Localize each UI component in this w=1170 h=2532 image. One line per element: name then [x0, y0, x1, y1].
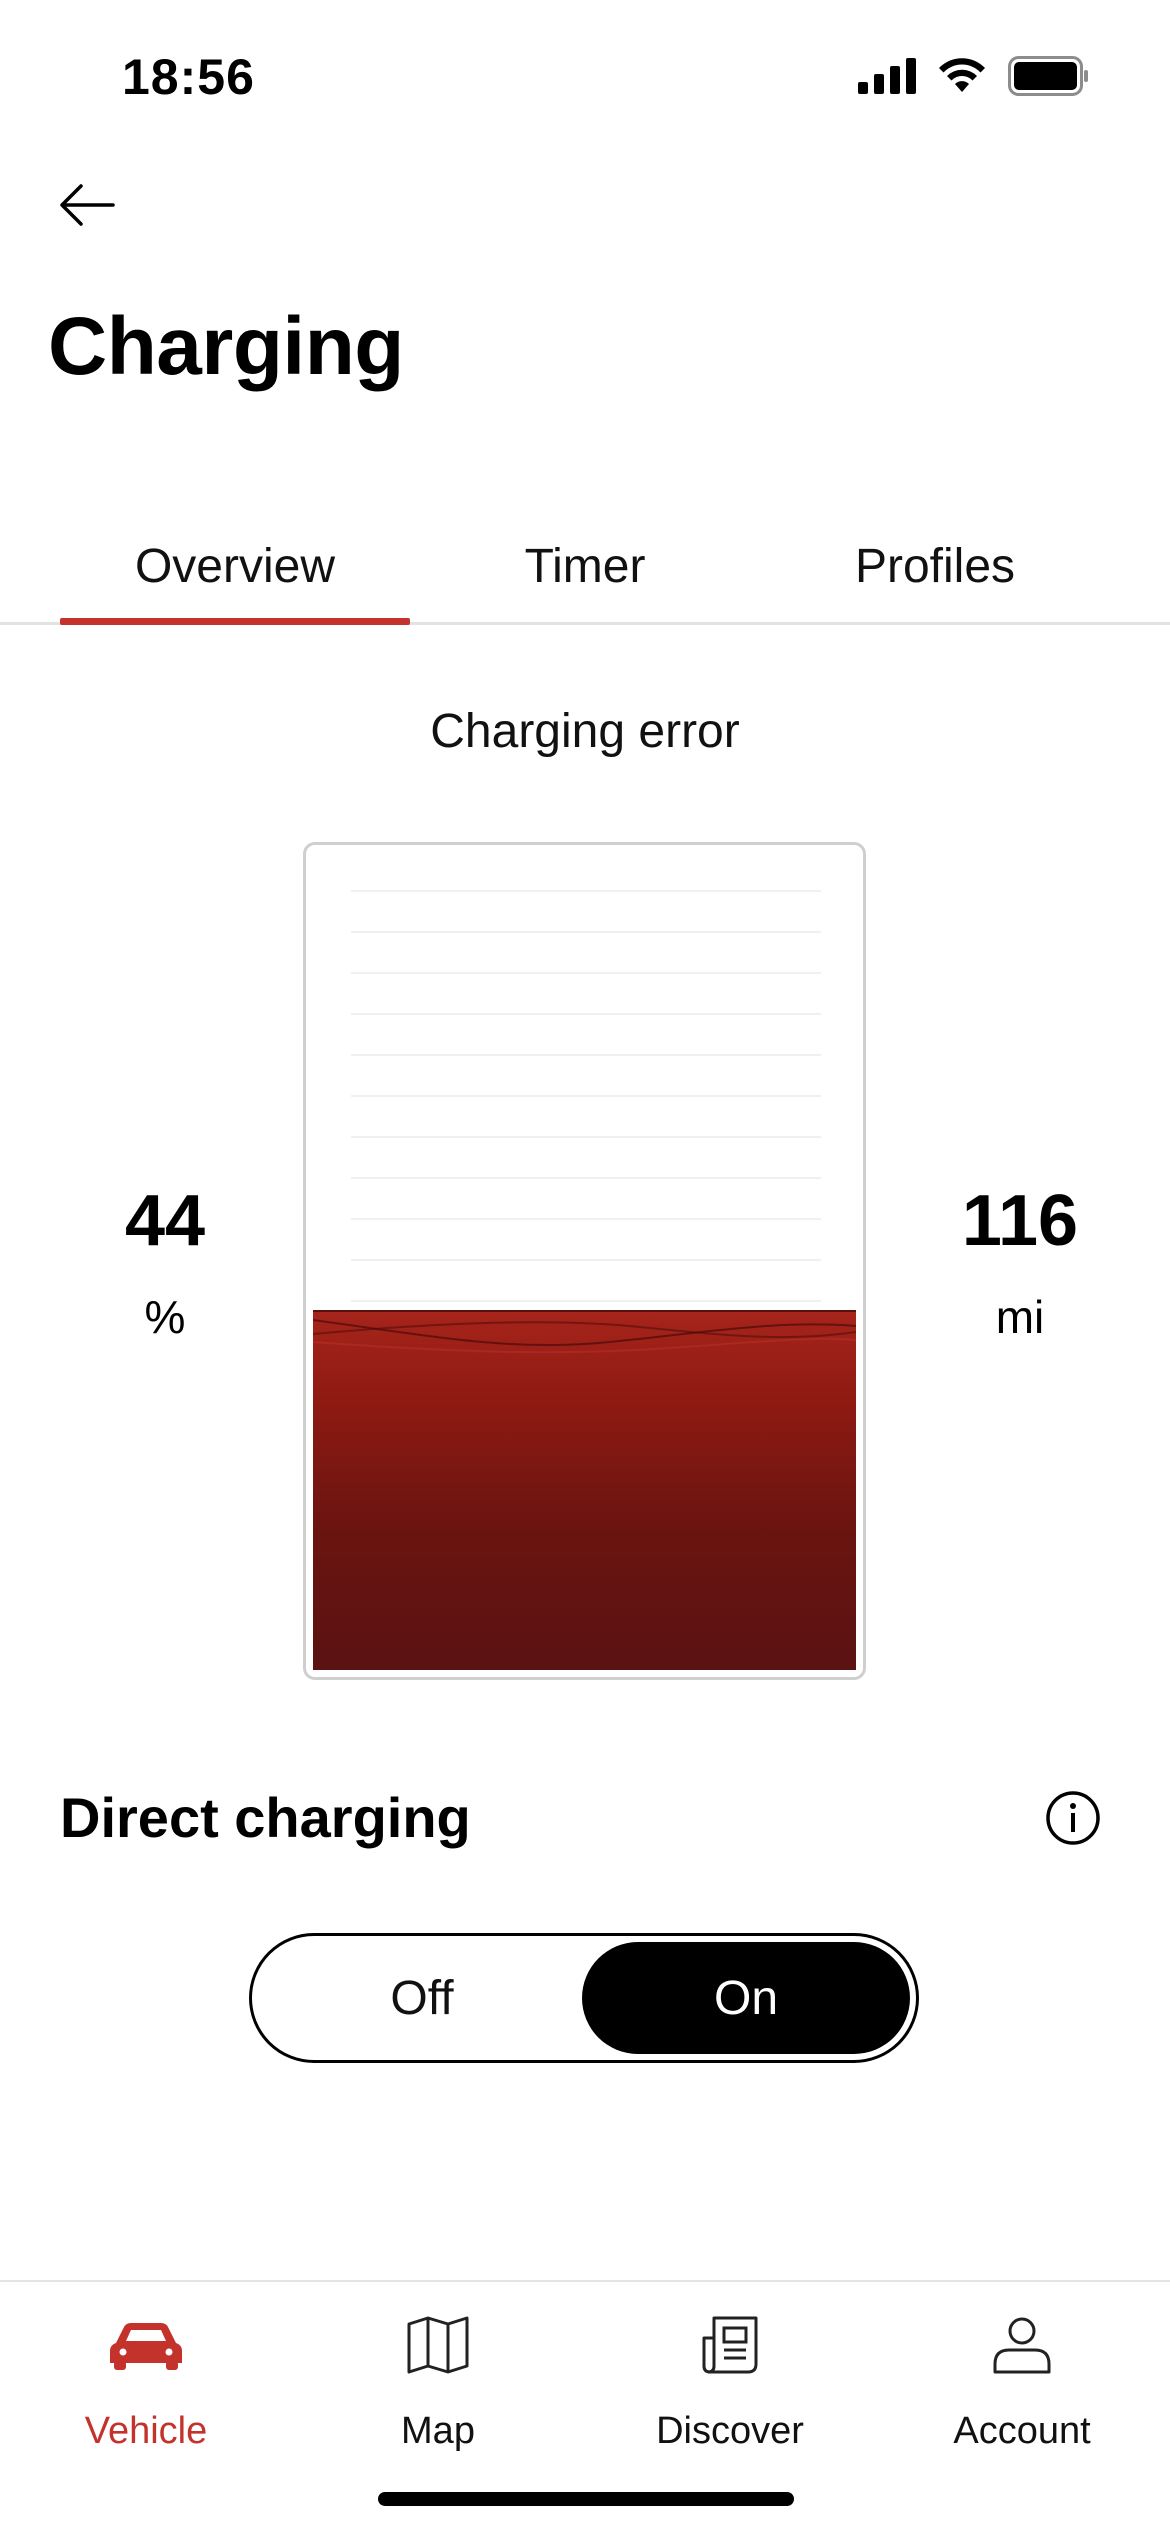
battery-wave: [313, 1319, 856, 1354]
toggle-on-option[interactable]: On: [582, 1942, 910, 2054]
page-title: Charging: [48, 301, 404, 392]
gauge-gridline: [351, 1300, 821, 1302]
direct-charging-info-button[interactable]: [1045, 1790, 1101, 1846]
nav-item-map[interactable]: Map: [292, 2300, 584, 2480]
signal-icon: [858, 58, 916, 94]
gauge-gridline: [351, 1013, 821, 1015]
nav-item-vehicle[interactable]: Vehicle: [0, 2300, 292, 2480]
arrow-left-icon: [60, 184, 115, 226]
back-button[interactable]: [52, 170, 122, 240]
map-icon: [407, 2316, 469, 2374]
toggle-off-option[interactable]: Off: [258, 1942, 586, 2054]
range-value: 116: [961, 1181, 1079, 1261]
tab-bar: Overview Timer Profiles: [0, 510, 1170, 625]
direct-charging-title: Direct charging: [60, 1786, 471, 1849]
info-icon: [1046, 1791, 1100, 1845]
nav-label-vehicle: Vehicle: [84, 2410, 208, 2452]
nav-item-discover[interactable]: Discover: [584, 2300, 876, 2480]
newspaper-icon: [702, 2316, 758, 2374]
battery-icon: [1008, 56, 1088, 96]
tab-timer[interactable]: Timer: [410, 510, 760, 622]
charging-screen: 18:56 Charging Overview Timer Profiles C…: [0, 0, 1170, 2532]
gauge-gridline: [351, 1136, 821, 1138]
nav-label-discover: Discover: [656, 2410, 804, 2452]
gauge-gridline: [351, 1218, 821, 1220]
gauge-gridline: [351, 972, 821, 974]
gauge-gridline: [351, 1177, 821, 1179]
battery-gauge: [303, 842, 866, 1680]
car-icon: [110, 2323, 182, 2370]
gauge-gridline: [351, 890, 821, 892]
nav-label-map: Map: [401, 2410, 475, 2452]
tab-overview[interactable]: Overview: [60, 510, 410, 622]
person-icon: [993, 2317, 1051, 2374]
active-tab-indicator: [60, 618, 410, 625]
status-icons: [858, 56, 1090, 96]
status-time: 18:56: [122, 49, 255, 105]
direct-charging-toggle[interactable]: Off On: [249, 1933, 919, 2063]
nav-label-account: Account: [953, 2410, 1091, 2452]
gauge-gridline: [351, 1095, 821, 1097]
wifi-icon: [939, 58, 985, 92]
gauge-gridline: [351, 1259, 821, 1261]
tab-profiles[interactable]: Profiles: [760, 510, 1110, 622]
state-of-charge-value: 44: [124, 1181, 206, 1261]
gauge-gridline: [351, 1054, 821, 1056]
nav-item-account[interactable]: Account: [876, 2300, 1168, 2480]
charging-status: Charging error: [430, 705, 740, 758]
battery-fill-level: [313, 1310, 856, 1670]
gauge-gridline: [351, 931, 821, 933]
range-unit: mi: [995, 1291, 1045, 1343]
state-of-charge-unit: %: [144, 1291, 186, 1343]
home-indicator: [378, 2492, 794, 2506]
